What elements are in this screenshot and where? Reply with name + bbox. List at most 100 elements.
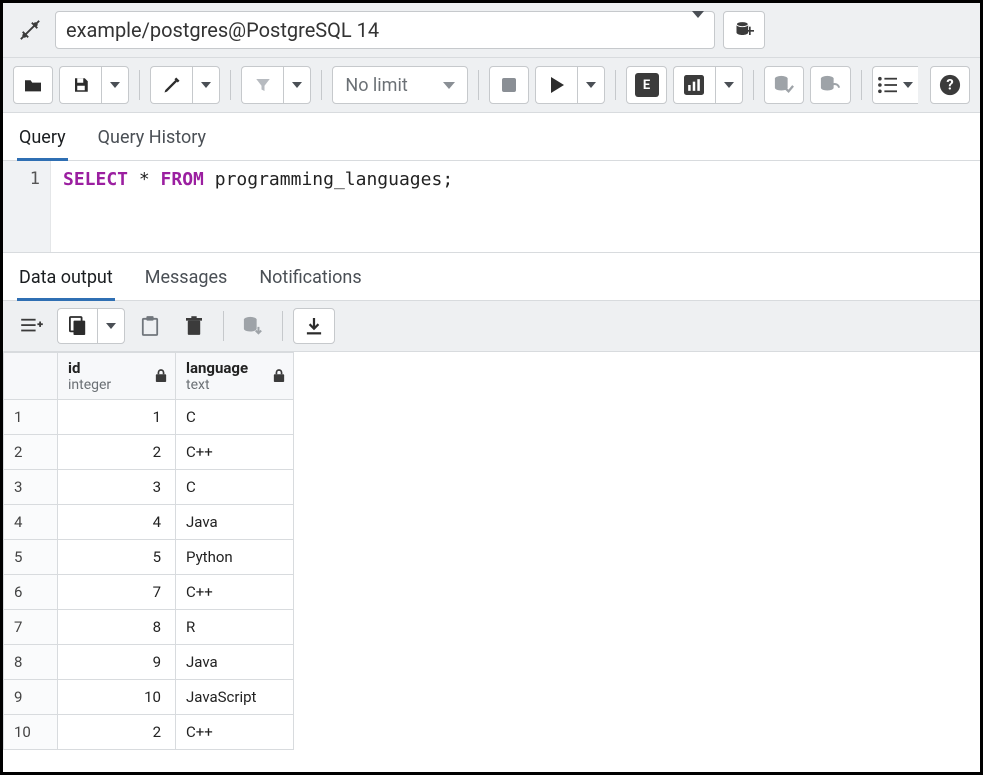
cell-id[interactable]: 7 xyxy=(58,575,176,610)
cell-id[interactable]: 1 xyxy=(58,400,176,435)
cell-id[interactable]: 9 xyxy=(58,645,176,680)
tab-query-history[interactable]: Query History xyxy=(96,121,208,160)
paste-button[interactable] xyxy=(131,308,169,344)
save-dropdown[interactable] xyxy=(101,66,129,104)
chevron-down-icon xyxy=(110,82,120,88)
cell-id[interactable]: 8 xyxy=(58,610,176,645)
code-text: programming_languages; xyxy=(204,169,453,190)
editor-code: SELECT * FROM programming_languages; xyxy=(51,161,465,252)
explain-button[interactable]: E xyxy=(626,66,666,104)
table-row[interactable]: 11C xyxy=(4,400,294,435)
bar-chart-icon xyxy=(684,75,704,95)
stop-icon xyxy=(502,78,516,92)
help-icon: ? xyxy=(939,74,961,96)
cell-id[interactable]: 4 xyxy=(58,505,176,540)
table-row[interactable]: 89Java xyxy=(4,645,294,680)
column-header-id[interactable]: id integer xyxy=(58,353,176,400)
execute-dropdown[interactable] xyxy=(577,66,605,104)
row-limit-select[interactable]: No limit xyxy=(332,66,468,104)
cell-language[interactable]: Python xyxy=(176,540,294,575)
filter-dropdown[interactable] xyxy=(283,66,311,104)
delete-row-button[interactable] xyxy=(175,308,213,344)
lock-icon xyxy=(273,369,285,383)
cell-language[interactable]: R xyxy=(176,610,294,645)
rollback-button[interactable] xyxy=(810,66,850,104)
help-button[interactable]: ? xyxy=(930,66,970,104)
explain-analyze-button[interactable] xyxy=(673,66,715,104)
row-number: 8 xyxy=(4,645,58,680)
execute-button-split xyxy=(535,66,605,104)
database-icon xyxy=(734,20,754,40)
connection-select[interactable]: example/postgres@PostgreSQL 14 xyxy=(55,11,715,49)
explain-analyze-split xyxy=(673,66,743,104)
table-row[interactable]: 22C++ xyxy=(4,435,294,470)
row-number: 4 xyxy=(4,505,58,540)
trash-icon xyxy=(186,316,202,336)
tab-notifications[interactable]: Notifications xyxy=(257,261,363,300)
cell-id[interactable]: 3 xyxy=(58,470,176,505)
execute-button[interactable] xyxy=(535,66,577,104)
cell-id[interactable]: 10 xyxy=(58,680,176,715)
new-connection-button[interactable] xyxy=(723,11,765,49)
table-row[interactable]: 44Java xyxy=(4,505,294,540)
column-name: id xyxy=(68,359,165,377)
table-row[interactable]: 910JavaScript xyxy=(4,680,294,715)
clipboard-icon xyxy=(141,316,159,336)
copy-dropdown[interactable] xyxy=(97,308,125,344)
cell-language[interactable]: C++ xyxy=(176,715,294,750)
add-row-button[interactable] xyxy=(13,308,51,344)
edit-button-split xyxy=(150,66,220,104)
open-file-button[interactable] xyxy=(13,66,53,104)
results-grid: id integer language text 11 xyxy=(3,352,294,750)
cell-language[interactable]: Java xyxy=(176,505,294,540)
save-button[interactable] xyxy=(59,66,101,104)
table-row[interactable]: 67C++ xyxy=(4,575,294,610)
cell-language[interactable]: C xyxy=(176,470,294,505)
cell-id[interactable]: 2 xyxy=(58,435,176,470)
table-row[interactable]: 102C++ xyxy=(4,715,294,750)
edit-dropdown[interactable] xyxy=(192,66,220,104)
cell-language[interactable]: C xyxy=(176,400,294,435)
filter-button[interactable] xyxy=(241,66,283,104)
stop-button[interactable] xyxy=(489,66,529,104)
separator xyxy=(861,70,862,100)
column-type: text xyxy=(186,377,283,393)
table-row[interactable]: 55Python xyxy=(4,540,294,575)
folder-icon xyxy=(23,77,43,93)
table-row[interactable]: 33C xyxy=(4,470,294,505)
macros-button[interactable] xyxy=(872,66,918,104)
cell-language[interactable]: Java xyxy=(176,645,294,680)
app-root: example/postgres@PostgreSQL 14 xyxy=(0,0,983,775)
svg-text:?: ? xyxy=(946,76,953,94)
pencil-icon xyxy=(162,75,182,95)
edit-button[interactable] xyxy=(150,66,192,104)
copy-button[interactable] xyxy=(57,308,97,344)
commit-button[interactable] xyxy=(764,66,804,104)
cell-id[interactable]: 2 xyxy=(58,715,176,750)
column-name: language xyxy=(186,359,283,377)
editor-gutter: 1 xyxy=(3,161,51,252)
tab-query[interactable]: Query xyxy=(17,121,68,161)
cell-language[interactable]: JavaScript xyxy=(176,680,294,715)
explain-analyze-dropdown[interactable] xyxy=(715,66,743,104)
tab-data-output[interactable]: Data output xyxy=(17,261,115,301)
download-button[interactable] xyxy=(293,308,335,344)
copy-button-split xyxy=(57,307,125,345)
table-row[interactable]: 78R xyxy=(4,610,294,645)
save-data-button[interactable] xyxy=(234,308,272,344)
separator xyxy=(282,311,283,341)
row-number: 10 xyxy=(4,715,58,750)
results-toolbar xyxy=(3,301,980,352)
database-undo-icon xyxy=(819,75,841,95)
sql-editor[interactable]: 1 SELECT * FROM programming_languages; xyxy=(3,161,980,253)
cell-language[interactable]: C++ xyxy=(176,575,294,610)
results-grid-wrap[interactable]: id integer language text 11 xyxy=(3,352,980,772)
column-header-language[interactable]: language text xyxy=(176,353,294,400)
chevron-down-icon xyxy=(724,82,734,88)
tab-messages[interactable]: Messages xyxy=(143,261,230,300)
cell-id[interactable]: 5 xyxy=(58,540,176,575)
cell-language[interactable]: C++ xyxy=(176,435,294,470)
separator xyxy=(615,70,616,100)
results-tabs: Data output Messages Notifications xyxy=(3,253,980,301)
chevron-down-icon xyxy=(692,18,704,42)
